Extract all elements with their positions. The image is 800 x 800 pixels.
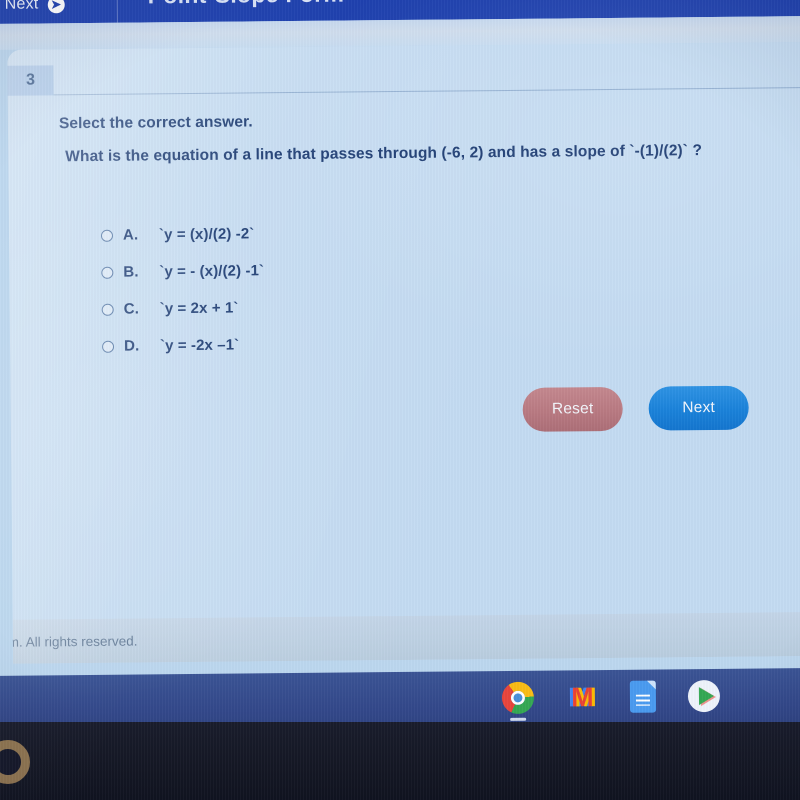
next-button[interactable]: Next bbox=[648, 385, 749, 431]
play-store-icon[interactable] bbox=[687, 679, 721, 713]
radio-button-a[interactable] bbox=[100, 229, 114, 242]
footer-bar: ntum. All rights reserved. bbox=[7, 612, 800, 664]
option-text-c: `y = 2x + 1` bbox=[159, 299, 239, 318]
docs-lines-glyph bbox=[635, 694, 651, 706]
answer-options-list: A. `y = (x)/(2) -2` B. `y = - (x)/(2) -1… bbox=[100, 215, 265, 365]
question-card: 3 Select the correct answer. What is the… bbox=[7, 42, 800, 664]
action-buttons: Reset Next bbox=[522, 385, 749, 432]
option-text-d: `y = -2x –1` bbox=[159, 336, 240, 355]
option-letter-a: A. bbox=[122, 226, 139, 244]
chrome-icon[interactable] bbox=[501, 681, 535, 721]
desk-object-ring bbox=[0, 740, 30, 784]
radio-button-c[interactable] bbox=[101, 303, 114, 316]
header-rule bbox=[53, 87, 800, 96]
question-text: What is the equation of a line that pass… bbox=[65, 142, 703, 166]
option-letter-b: B. bbox=[123, 263, 139, 281]
answer-option-c[interactable]: C. `y = 2x + 1` bbox=[101, 289, 265, 328]
taskbar-icon-group: M bbox=[501, 679, 721, 721]
google-docs-icon[interactable] bbox=[629, 680, 657, 713]
question-number: 3 bbox=[25, 71, 36, 89]
question-number-tab: 3 bbox=[7, 65, 54, 96]
copyright-text: ntum. All rights reserved. bbox=[7, 633, 138, 650]
laptop-bezel bbox=[0, 722, 800, 800]
answer-option-d[interactable]: D. `y = -2x –1` bbox=[101, 326, 265, 365]
lesson-title: Point-Slope Form bbox=[118, 0, 345, 9]
laptop-screen: Next ➤ Point-Slope Form 3 Select the cor… bbox=[0, 0, 800, 694]
instruction-text: Select the correct answer. bbox=[58, 113, 253, 133]
header-next-label: Next bbox=[4, 0, 39, 13]
gmail-icon[interactable]: M bbox=[566, 681, 598, 713]
reset-button[interactable]: Reset bbox=[522, 386, 623, 432]
radio-button-b[interactable] bbox=[101, 266, 114, 279]
photograph-of-screen: Next ➤ Point-Slope Form 3 Select the cor… bbox=[0, 0, 800, 800]
radio-button-d[interactable] bbox=[101, 340, 115, 353]
option-letter-d: D. bbox=[123, 337, 140, 355]
option-text-b: `y = - (x)/(2) -1` bbox=[159, 262, 265, 281]
option-letter-c: C. bbox=[123, 300, 140, 318]
arrow-right-circle-icon: ➤ bbox=[47, 0, 65, 13]
option-text-a: `y = (x)/(2) -2` bbox=[158, 225, 255, 244]
answer-option-b[interactable]: B. `y = - (x)/(2) -1` bbox=[101, 252, 264, 291]
answer-option-a[interactable]: A. `y = (x)/(2) -2` bbox=[100, 215, 264, 254]
chrome-active-indicator bbox=[510, 717, 527, 721]
header-next-button[interactable]: Next ➤ bbox=[0, 0, 117, 17]
